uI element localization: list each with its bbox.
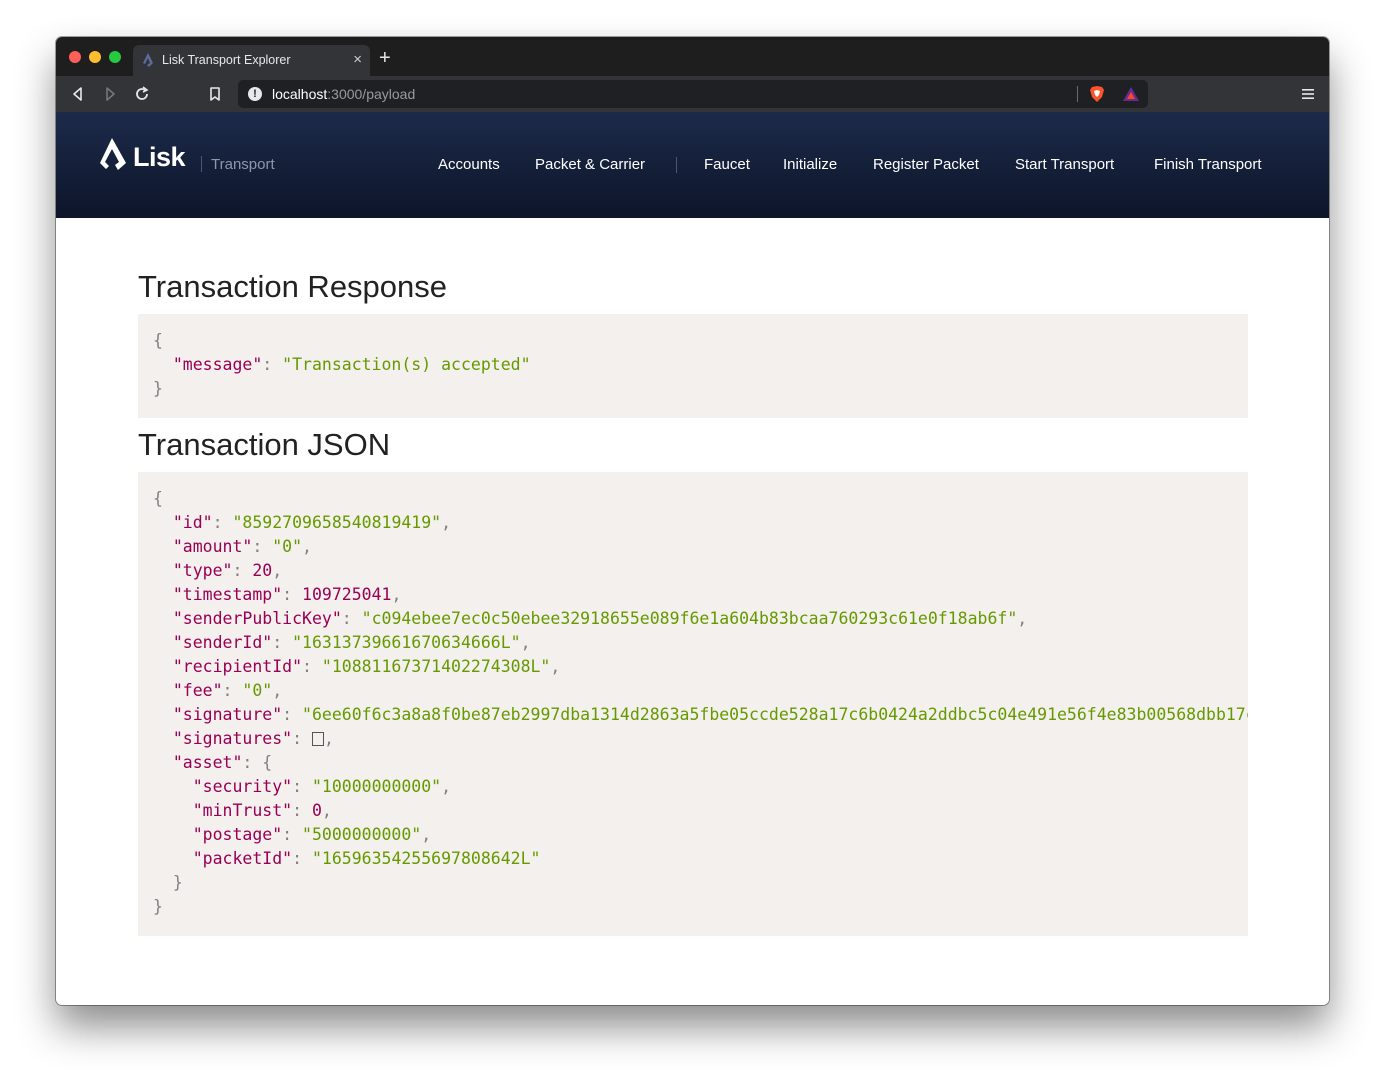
transaction-code-block: { "id": "8592709658540819419", "amount":… (138, 472, 1248, 936)
code-line: } (153, 873, 183, 892)
code-line: "minTrust": 0, (192, 801, 332, 820)
url-path: :3000/payload (327, 86, 416, 102)
browser-window: Lisk Transport Explorer × + localhost:30… (56, 37, 1329, 1005)
window-close-button[interactable] (69, 51, 81, 63)
code-line: "asset": { (172, 753, 273, 772)
code-line: "senderPublicKey": "c094ebee7ec0c50ebee3… (172, 609, 1028, 628)
bookmark-icon[interactable] (206, 85, 224, 103)
tab-strip: Lisk Transport Explorer × + (56, 37, 1329, 76)
json-value: 20 (252, 561, 273, 580)
code-line: "amount": "0", (172, 537, 312, 556)
code-line: "signatures": , (172, 729, 334, 748)
json-key: "asset" (172, 753, 243, 772)
url-divider (1077, 86, 1078, 102)
json-value: "5000000000" (302, 825, 422, 844)
nav-initialize[interactable]: Initialize (783, 156, 837, 173)
transaction-heading: Transaction JSON (138, 427, 391, 462)
logo-text[interactable]: Lisk (133, 142, 186, 173)
json-value: "0" (272, 537, 303, 556)
brave-shields-icon[interactable] (1089, 85, 1105, 103)
json-key: "id" (172, 513, 213, 532)
window-minimize-button[interactable] (89, 51, 101, 63)
address-bar[interactable]: localhost:3000/payload (238, 80, 1148, 108)
code-line: "type": 20, (172, 561, 283, 580)
lisk-favicon-icon (143, 53, 153, 67)
logo-divider (201, 156, 202, 172)
code-line: "message": "Transaction(s) accepted" (172, 355, 531, 374)
code-line: { (153, 331, 163, 350)
code-line: "fee": "0", (172, 681, 283, 700)
json-key: "type" (172, 561, 233, 580)
json-value: "10000000000" (311, 777, 442, 796)
nav-packet-carrier[interactable]: Packet & Carrier (535, 156, 645, 173)
json-key: "signatures" (172, 729, 293, 748)
json-value: "8592709658540819419" (232, 513, 442, 532)
code-line: "security": "10000000000", (192, 777, 452, 796)
code-line: "timestamp": 109725041, (172, 585, 402, 604)
lisk-logo-icon[interactable] (99, 137, 127, 171)
code-line: "packetId": "16596354255697808642L" (192, 849, 541, 868)
tab-close-icon[interactable]: × (353, 51, 362, 69)
back-icon[interactable] (69, 85, 87, 103)
code-line: "id": "8592709658540819419", (172, 513, 452, 532)
site-header: Lisk Transport Accounts Packet & Carrier… (56, 112, 1329, 218)
json-value: "16596354255697808642L" (311, 849, 541, 868)
json-key: "security" (192, 777, 293, 796)
response-code-block: { "message": "Transaction(s) accepted" } (138, 314, 1248, 418)
code-line: "postage": "5000000000", (192, 825, 432, 844)
json-key: "senderId" (172, 633, 273, 652)
json-value: "c094ebee7ec0c50ebee32918655e089f6e1a604… (361, 609, 1018, 628)
code-line: "signature": "6ee60f6c3a8a8f0be87eb2997d… (153, 703, 1248, 727)
code-line: "recipientId": "10881167371402274308L", (172, 657, 561, 676)
new-tab-button[interactable]: + (379, 48, 391, 68)
url-host: localhost (272, 86, 328, 102)
menu-icon[interactable] (1301, 85, 1315, 103)
json-key: "timestamp" (172, 585, 283, 604)
reload-icon[interactable] (133, 85, 151, 103)
tab-title: Lisk Transport Explorer (162, 53, 291, 67)
json-key: "senderPublicKey" (172, 609, 342, 628)
nav-start-transport[interactable]: Start Transport (1015, 156, 1114, 173)
empty-array-icon (311, 732, 324, 746)
json-value: "Transaction(s) accepted" (282, 355, 531, 374)
json-value: 0 (311, 801, 322, 820)
code-line: } (153, 897, 163, 916)
nav-accounts[interactable]: Accounts (438, 156, 500, 173)
json-key: "message" (172, 355, 263, 374)
json-key: "packetId" (192, 849, 293, 868)
json-value: "10881167371402274308L" (321, 657, 551, 676)
code-line: "senderId": "16313739661670634666L", (172, 633, 531, 652)
response-heading: Transaction Response (138, 269, 448, 304)
forward-icon[interactable] (101, 85, 119, 103)
code-line: } (153, 379, 163, 398)
site-info-icon[interactable] (248, 87, 262, 101)
nav-register-packet[interactable]: Register Packet (873, 156, 979, 173)
nav-finish-transport[interactable]: Finish Transport (1154, 156, 1262, 173)
json-value: "16313739661670634666L" (292, 633, 521, 652)
json-key: "amount" (172, 537, 253, 556)
url-text[interactable]: localhost:3000/payload (272, 86, 415, 102)
json-value: 109725041 (302, 585, 392, 604)
brave-rewards-icon[interactable] (1122, 86, 1140, 102)
logo-subtitle: Transport (211, 156, 275, 173)
nav-faucet[interactable]: Faucet (704, 156, 750, 173)
json-key: "signature" (172, 705, 283, 724)
json-key: "postage" (192, 825, 283, 844)
browser-toolbar: localhost:3000/payload (56, 76, 1329, 112)
json-key: "recipientId" (172, 657, 303, 676)
json-value: "0" (242, 681, 273, 700)
nav-divider (676, 157, 677, 173)
code-line: { (153, 489, 163, 508)
window-maximize-button[interactable] (109, 51, 121, 63)
json-key: "minTrust" (192, 801, 293, 820)
json-value: "6ee60f6c3a8a8f0be87eb2997dba1314d2863a5… (302, 705, 1248, 724)
json-key: "fee" (172, 681, 223, 700)
browser-tab[interactable]: Lisk Transport Explorer × (133, 45, 370, 76)
